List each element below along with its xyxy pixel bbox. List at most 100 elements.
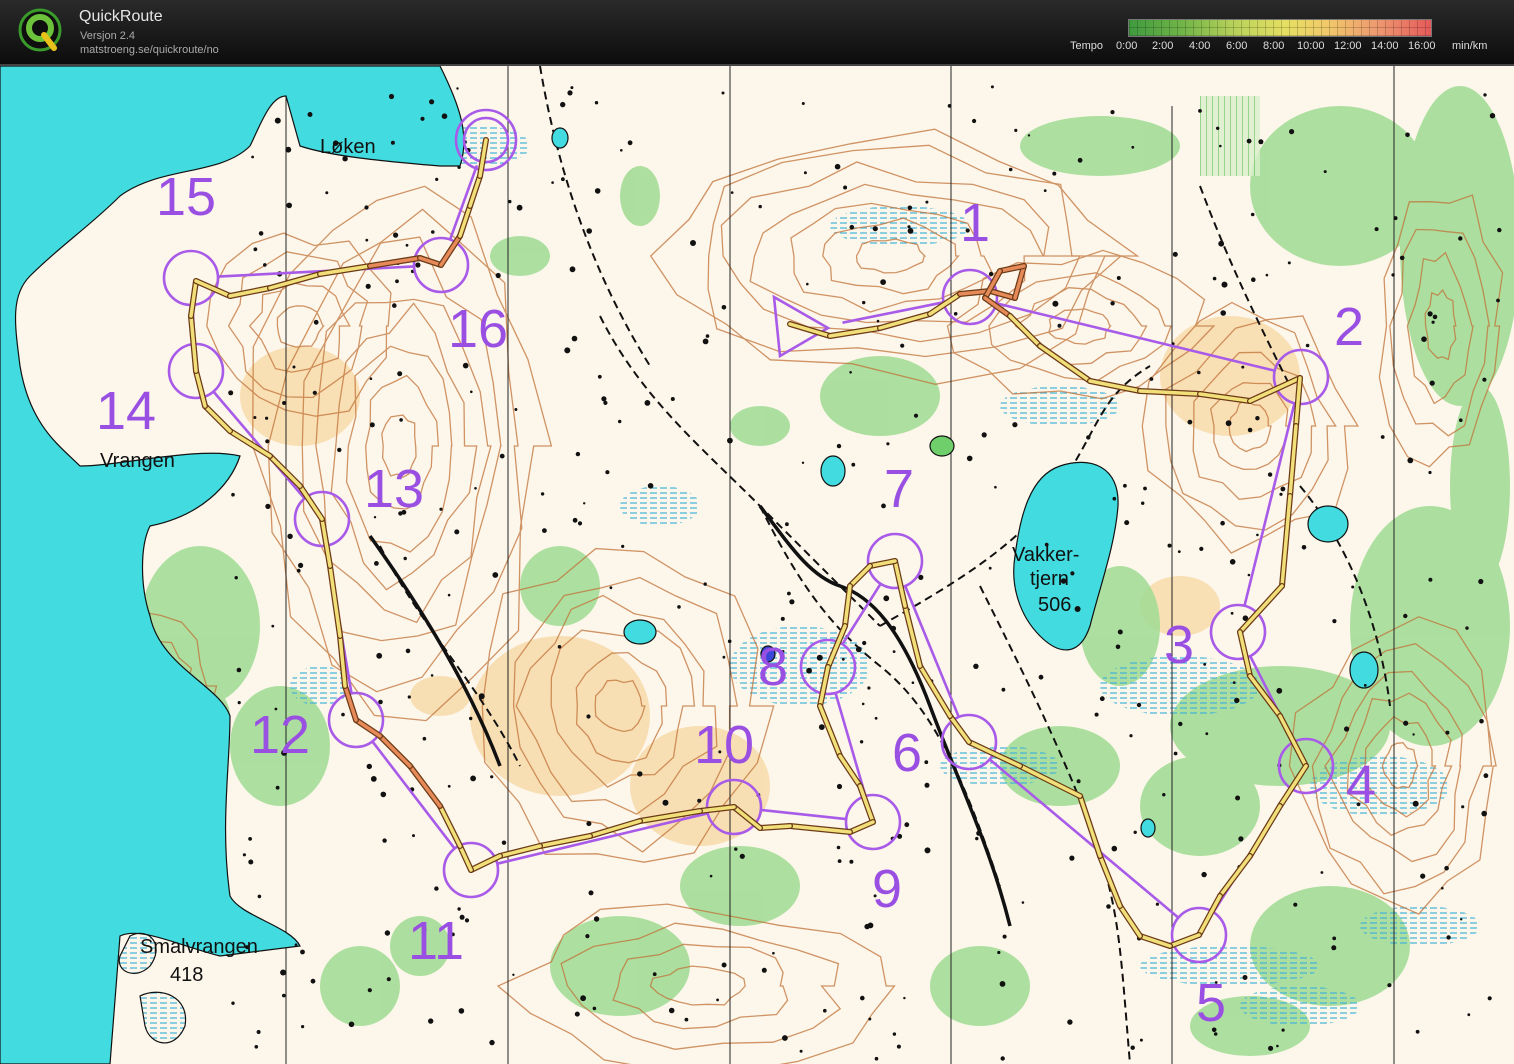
place-name-vakkertjern-2: tjern [1030,568,1069,590]
boulder [988,566,992,570]
boulder [1116,276,1121,280]
boulder [1038,674,1044,680]
boulder [407,695,411,699]
boulder [1043,189,1047,192]
control-number-13: 13 [364,459,425,519]
boulder [890,625,897,632]
contour-line [267,208,523,693]
boulder [405,648,411,654]
boulder [1205,732,1209,736]
boulder [1276,1044,1279,1048]
boulder [1460,918,1463,921]
boulder [1221,281,1228,288]
boulder [782,1035,788,1041]
boulder [369,377,373,381]
boulder [1247,427,1253,433]
boulder [392,303,397,308]
boulder [447,593,451,597]
route-segment [1218,854,1252,898]
boulder [367,988,372,993]
route-segment [458,844,473,872]
boulder [1351,585,1355,589]
place-name-smalvrangen: Smalvrangen [140,936,258,958]
boulder [1234,697,1240,704]
boulder [785,522,789,527]
boulder [862,640,867,646]
boulder [1374,227,1379,232]
boulder [430,674,434,677]
pace-tick: 8:00 [1263,40,1285,52]
boulder [1256,533,1259,537]
boulder [457,165,461,169]
boulder [772,951,775,955]
boulder [258,231,264,236]
control-number-15: 15 [156,167,217,227]
boulder [574,1011,580,1017]
boulder [294,943,298,947]
boulder [1112,496,1117,501]
marsh-patch [1240,986,1360,1026]
pace-tick: 4:00 [1189,40,1211,52]
marsh-patch [1140,946,1320,986]
boulder [458,1008,465,1014]
boulder [551,181,554,184]
boulder [874,716,878,720]
boulder [867,922,874,929]
boulder [1487,996,1492,1001]
boulder [721,305,727,310]
boulder [257,894,262,899]
boulder [370,776,377,782]
boulder [896,1044,901,1049]
boulder [1458,236,1463,241]
boulder [1002,934,1007,939]
boulder [435,177,439,181]
route-segment [758,824,792,830]
boulder [787,591,791,596]
marsh-patch [1000,386,1120,426]
boulder [999,981,1006,987]
boulder [1077,157,1083,163]
boulder [1267,472,1273,477]
boulder [1000,1056,1005,1061]
boulder [296,568,301,573]
pace-color-scale [1128,19,1432,37]
boulder [490,775,494,779]
boulder [904,822,910,828]
map-canvas[interactable] [0,66,1514,1064]
control-number-12: 12 [250,705,311,765]
boulder [274,117,281,124]
boulder [801,461,805,464]
orienteering-map[interactable]: Løken Vrangen Vakker- tjern 506 Smalvran… [0,66,1514,1064]
boulder [1057,323,1062,328]
boulder [441,113,448,119]
boulder [1403,613,1408,619]
boulder [1276,687,1283,694]
boulder [469,716,473,721]
boulder [1467,1013,1471,1017]
boulder [913,413,919,418]
pace-scale-title: Tempo [1070,40,1104,52]
boulder [709,874,713,878]
boulder [1281,1028,1285,1032]
boulder [1014,128,1018,132]
boulder [286,202,293,209]
boulder [454,529,460,535]
boulder [1067,1019,1073,1025]
boulder [325,191,329,195]
boulder [972,118,977,124]
route-segment [868,559,897,568]
route-segment [858,784,875,824]
boulder [1412,800,1419,807]
boulder [586,228,592,234]
boulder [1391,273,1395,277]
boulder [1293,902,1298,907]
boulder [1143,486,1147,491]
boulder [1117,629,1123,635]
boulder [312,390,317,395]
boulder [583,502,586,505]
boulder [924,782,930,788]
boulder [499,453,505,459]
boulder [801,102,805,105]
boulder [907,225,911,229]
boulder [907,228,914,234]
